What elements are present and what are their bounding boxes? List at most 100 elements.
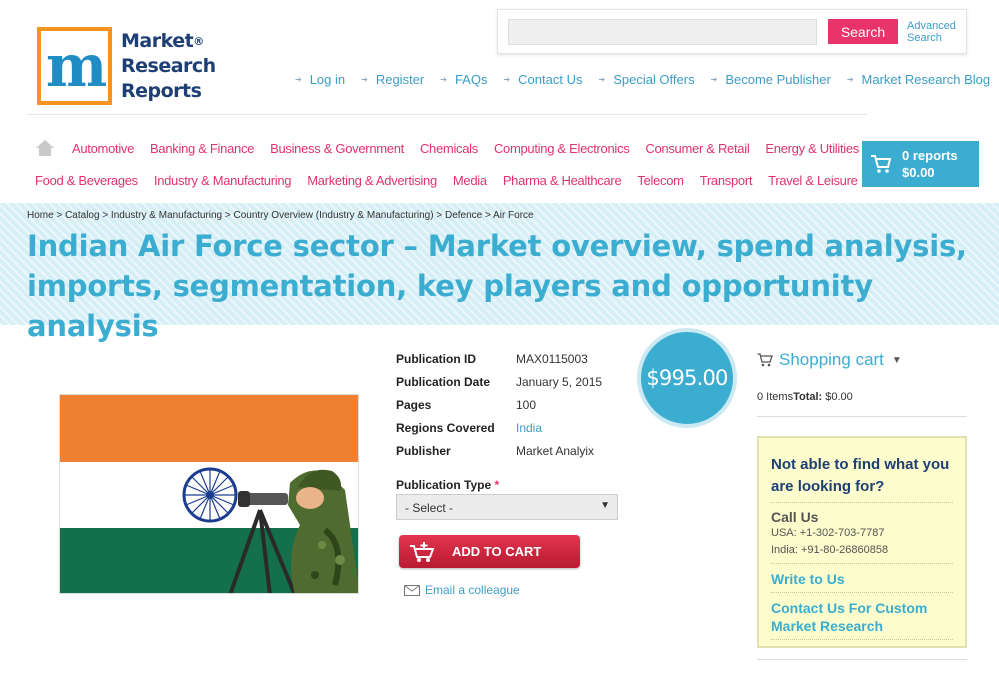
category-computing-electronics[interactable]: Computing & Electronics	[494, 141, 630, 156]
arrow-icon: ➔	[361, 75, 368, 84]
blog-label: Market Research Blog	[861, 72, 991, 87]
arrow-icon: ➔	[598, 75, 606, 84]
detail-label: Publication Date	[396, 374, 491, 389]
publisher-value: Market Analyix	[516, 443, 595, 458]
add-to-cart-button[interactable]: ADD TO CART	[399, 535, 580, 568]
help-box: Not able to find what you are looking fo…	[757, 436, 967, 648]
detail-row: Publisher Market Analyix	[396, 439, 602, 462]
cart-count: 0 reports	[902, 148, 958, 163]
search-button[interactable]: Search	[828, 19, 898, 44]
category-media[interactable]: Media	[453, 173, 487, 188]
detail-label: Pages	[396, 397, 432, 412]
cart-summary-button[interactable]: 0 reports $0.00	[862, 141, 979, 187]
email-colleague-label: Email a colleague	[425, 583, 520, 597]
category-telecom[interactable]: Telecom	[637, 173, 684, 188]
search-input[interactable]	[508, 19, 817, 45]
cart-items-summary: 0 ItemsTotal: $0.00	[757, 391, 853, 403]
dotted-divider	[771, 563, 953, 564]
cart-icon	[757, 353, 773, 367]
detail-row: Publication ID MAX0115003	[396, 347, 602, 370]
breadcrumb[interactable]: Home > Catalog > Industry & Manufacturin…	[27, 210, 534, 221]
cart-plus-icon	[410, 541, 435, 562]
arrow-icon: ➔	[503, 75, 511, 84]
faqs-label: FAQs	[454, 72, 488, 87]
publication-type-selected: - Select -	[405, 501, 454, 515]
register-link[interactable]: ➔ Register	[361, 72, 424, 87]
contact-us-label: Contact Us	[518, 72, 583, 87]
become-publisher-link[interactable]: ➔ Become Publisher	[711, 72, 831, 87]
chevron-down-icon: ▼	[891, 354, 902, 366]
cart-total: $0.00	[902, 165, 935, 180]
arrow-icon: ➔	[710, 75, 718, 84]
shopping-cart-toggle[interactable]: Shopping cart ▼	[757, 350, 902, 370]
category-transport[interactable]: Transport	[700, 173, 753, 188]
category-industry-manufacturing[interactable]: Industry & Manufacturing	[154, 173, 292, 188]
logo-line-3: Reports	[121, 79, 202, 102]
category-pharma-healthcare[interactable]: Pharma & Healthcare	[503, 173, 622, 188]
category-energy-utilities[interactable]: Energy & Utilities	[765, 141, 859, 156]
site-logo[interactable]: m Market® Research Reports	[37, 27, 216, 105]
detail-row: Regions Covered India	[396, 416, 602, 439]
write-to-us-link[interactable]: Write to Us	[771, 570, 953, 588]
help-question: Not able to find what you are looking fo…	[771, 456, 950, 495]
detail-label: Publisher	[396, 443, 451, 458]
category-chemicals[interactable]: Chemicals	[420, 141, 478, 156]
become-publisher-label: Become Publisher	[725, 72, 831, 87]
category-business-government[interactable]: Business & Government	[270, 141, 404, 156]
title-banner: Home > Catalog > Industry & Manufacturin…	[0, 203, 999, 343]
logo-mark: m	[37, 27, 112, 105]
publication-type-label: Publication Type *	[396, 478, 499, 492]
blog-link[interactable]: ➔ Market Research Blog	[847, 72, 990, 87]
divider	[757, 659, 967, 660]
category-row-2: Food & Beverages Industry & Manufacturin…	[27, 170, 858, 190]
category-automotive[interactable]: Automotive	[72, 141, 134, 156]
register-label: Register	[375, 72, 425, 87]
email-colleague-link[interactable]: Email a colleague	[404, 583, 520, 597]
home-icon[interactable]	[36, 140, 54, 156]
logo-line-2: Research	[121, 54, 216, 77]
detail-row: Pages 100	[396, 393, 602, 416]
category-banking-finance[interactable]: Banking & Finance	[150, 141, 254, 156]
login-link[interactable]: ➔ Log in	[295, 72, 345, 87]
price-badge: $995.00	[637, 328, 737, 428]
category-travel-leisure[interactable]: Travel & Leisure	[768, 173, 858, 188]
product-details: Publication ID MAX0115003 Publication Dat…	[396, 347, 602, 462]
dropdown-arrow-icon: ▼	[600, 500, 610, 511]
required-mark: *	[494, 478, 500, 492]
publication-type-select[interactable]: - Select - ▼	[396, 494, 618, 520]
dotted-divider	[771, 592, 953, 593]
category-row-1: Automotive Banking & Finance Business & …	[27, 138, 859, 158]
header-divider	[27, 114, 867, 115]
envelope-icon	[404, 584, 420, 596]
logo-wordmark: Market® Research Reports	[121, 29, 216, 104]
publication-date-value: January 5, 2015	[516, 374, 603, 389]
top-nav: ➔ Log in ➔ Register ➔ FAQs ➔ Contact Us ➔ Spe…	[295, 72, 999, 87]
advanced-search-link[interactable]: Advanced Search	[907, 20, 956, 44]
logo-line-1: Market	[121, 29, 194, 52]
page-title: Indian Air Force sector – Market overvie…	[27, 229, 967, 343]
arrow-icon: ➔	[295, 75, 302, 84]
cart-items-count: 0 Items	[757, 391, 794, 403]
india-flag-soldier-illustration	[60, 395, 358, 593]
detail-label: Regions Covered	[396, 420, 495, 435]
special-offers-link[interactable]: ➔ Special Offers	[598, 72, 694, 87]
dotted-divider	[771, 639, 953, 640]
region-india-link[interactable]: India	[516, 421, 542, 435]
contact-us-link[interactable]: ➔ Contact Us	[503, 72, 582, 87]
custom-research-line-1: Contact Us For Custom	[771, 600, 928, 616]
custom-research-link[interactable]: Contact Us For Custom Market Research	[771, 599, 953, 635]
detail-row: Publication Date January 5, 2015	[396, 370, 602, 393]
india-phone: India: +91-80-26860858	[771, 544, 889, 556]
category-marketing-advertising[interactable]: Marketing & Advertising	[307, 173, 437, 188]
dotted-divider	[771, 502, 953, 503]
logo-m-glyph: m	[45, 32, 107, 100]
registered-mark: ®	[193, 34, 204, 48]
publication-type-text: Publication Type	[396, 478, 492, 492]
detail-label: Publication ID	[396, 351, 477, 366]
category-consumer-retail[interactable]: Consumer & Retail	[645, 141, 749, 156]
category-food-beverages[interactable]: Food & Beverages	[35, 173, 138, 188]
search-panel: Search Advanced Search	[497, 9, 967, 54]
faqs-link[interactable]: ➔ FAQs	[440, 72, 487, 87]
publication-id-value: MAX0115003	[516, 351, 588, 366]
product-image	[59, 394, 359, 594]
